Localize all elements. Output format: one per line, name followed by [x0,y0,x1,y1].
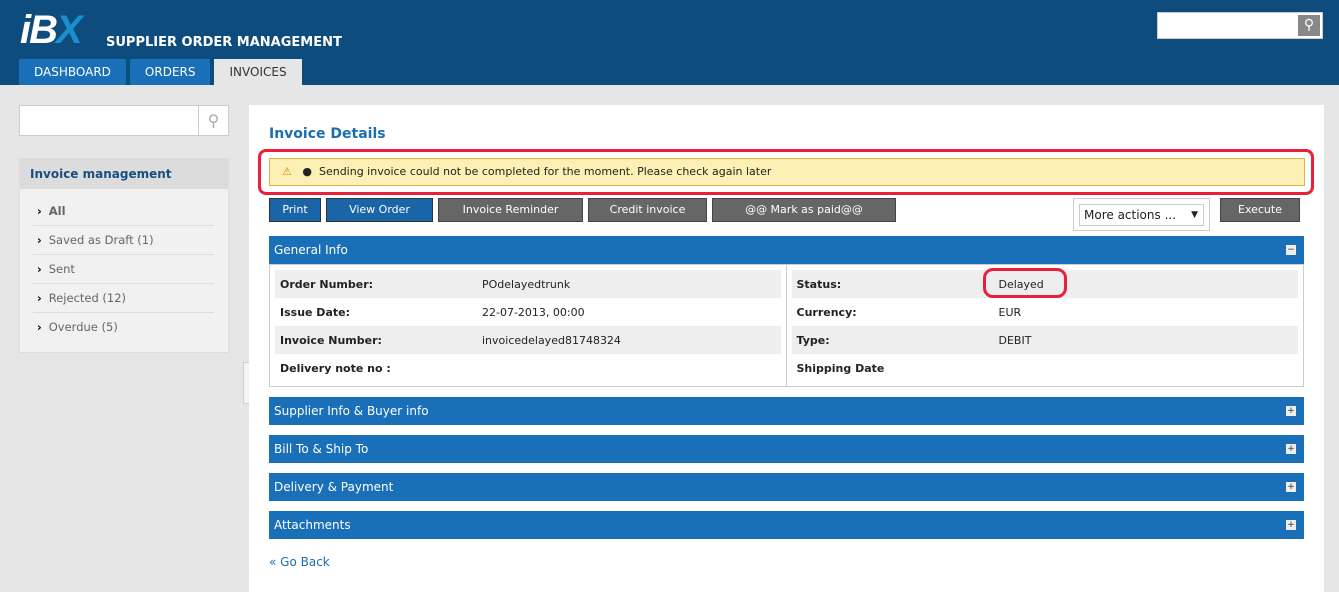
section-general-info[interactable]: General Info − [269,236,1304,264]
table-row: Invoice Number: invoicedelayed81748324 [275,326,781,354]
ibx-logo: iBX [20,8,83,52]
tab-dashboard[interactable]: DASHBOARD [19,59,126,85]
main-content: Invoice Details ⚠ ● Sending invoice coul… [249,105,1324,592]
expand-icon[interactable]: + [1286,520,1296,530]
search-icon[interactable]: ⚲ [198,106,228,135]
search-icon[interactable]: ⚲ [1298,15,1320,36]
view-order-button[interactable]: View Order [326,198,433,222]
order-number-link[interactable]: POdelayedtrunk [482,278,570,291]
table-row: Currency: EUR [796,305,1022,319]
collapse-icon[interactable]: − [1286,245,1296,255]
section-delivery-payment[interactable]: Delivery & Payment + [269,473,1304,501]
print-button[interactable]: Print [269,198,321,222]
section-attachments[interactable]: Attachments + [269,511,1304,539]
page-title: Invoice Details [269,126,386,142]
sidebar-item-sent[interactable]: › Sent [33,255,214,284]
section-supplier-buyer[interactable]: Supplier Info & Buyer info + [269,397,1304,425]
invoice-reminder-button[interactable]: Invoice Reminder [438,198,583,222]
sidebar-item-rejected[interactable]: › Rejected (12) [33,284,214,313]
expand-icon[interactable]: + [1286,444,1296,454]
expand-icon[interactable]: + [1286,406,1296,416]
more-actions-select[interactable]: More actions ... ▼ [1073,198,1210,231]
general-info-table: Order Number: POdelayedtrunk Issue Date: 2… [269,264,1304,387]
table-row: Issue Date: 22-07-2013, 00:00 [280,305,585,319]
tab-orders[interactable]: ORDERS [129,59,211,85]
app-title: SUPPLIER ORDER MANAGEMENT [106,35,342,50]
table-row: Delivery note no : [280,361,391,375]
warning-icon: ⚠ [282,165,292,178]
warning-alert: ⚠ ● Sending invoice could not be complet… [269,158,1305,186]
table-row: Shipping Date [796,361,885,375]
table-row: Type: DEBIT [791,326,1298,354]
chevron-right-icon: › [37,262,42,276]
expand-icon[interactable]: + [1286,482,1296,492]
sidebar-search-input[interactable]: ⚲ [19,105,229,136]
tab-invoices[interactable]: INVOICES [214,59,302,85]
chevron-right-icon: › [37,291,42,305]
chevron-down-icon: ▼ [1191,210,1198,220]
sidebar-item-overdue[interactable]: › Overdue (5) [33,313,214,342]
section-bill-ship[interactable]: Bill To & Ship To + [269,435,1304,463]
execute-button[interactable]: Execute [1220,198,1300,222]
chevron-right-icon: › [37,320,42,334]
go-back-link[interactable]: « Go Back [269,555,330,569]
sidebar-title: Invoice management [20,159,228,189]
credit-invoice-button[interactable]: Credit invoice [588,198,707,222]
sidebar-item-all[interactable]: › All [33,197,214,226]
action-buttons: Print View Order Invoice Reminder Credit… [269,198,896,222]
sidebar: Invoice management › All › Saved as Draft … [19,158,229,353]
sidebar-item-draft[interactable]: › Saved as Draft (1) [33,226,214,255]
mark-as-paid-button[interactable]: @@ Mark as paid@@ [712,198,896,222]
header: iBX SUPPLIER ORDER MANAGEMENT DASHBOARD … [0,0,1339,85]
chevron-right-icon: › [37,233,42,247]
main-tabs: DASHBOARD ORDERS INVOICES [19,59,302,85]
chevron-right-icon: › [37,204,42,218]
status-highlight-ring [983,268,1067,298]
table-row: Order Number: POdelayedtrunk [275,270,781,298]
global-search-input[interactable]: ⚲ [1157,12,1323,39]
